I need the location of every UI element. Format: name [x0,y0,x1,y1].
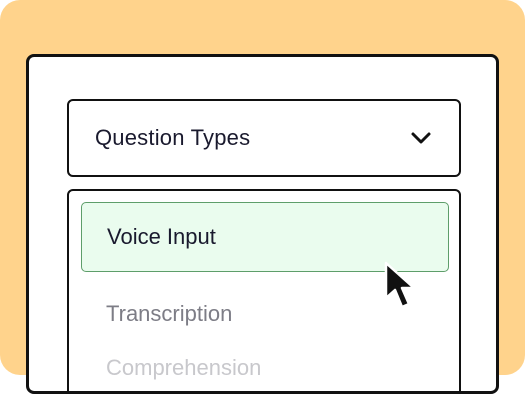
chevron-down-icon[interactable] [409,126,433,150]
option-label: Comprehension [106,355,262,380]
mouse-cursor-icon [384,261,416,309]
option-label: Voice Input [107,224,216,249]
question-types-dropdown[interactable]: Question Types [67,99,461,177]
dropdown-label: Question Types [95,125,251,150]
app-window: Question Types Voice Input Transcription… [26,54,499,394]
option-label: Transcription [106,301,233,326]
option-comprehension[interactable]: Comprehension [81,333,449,391]
